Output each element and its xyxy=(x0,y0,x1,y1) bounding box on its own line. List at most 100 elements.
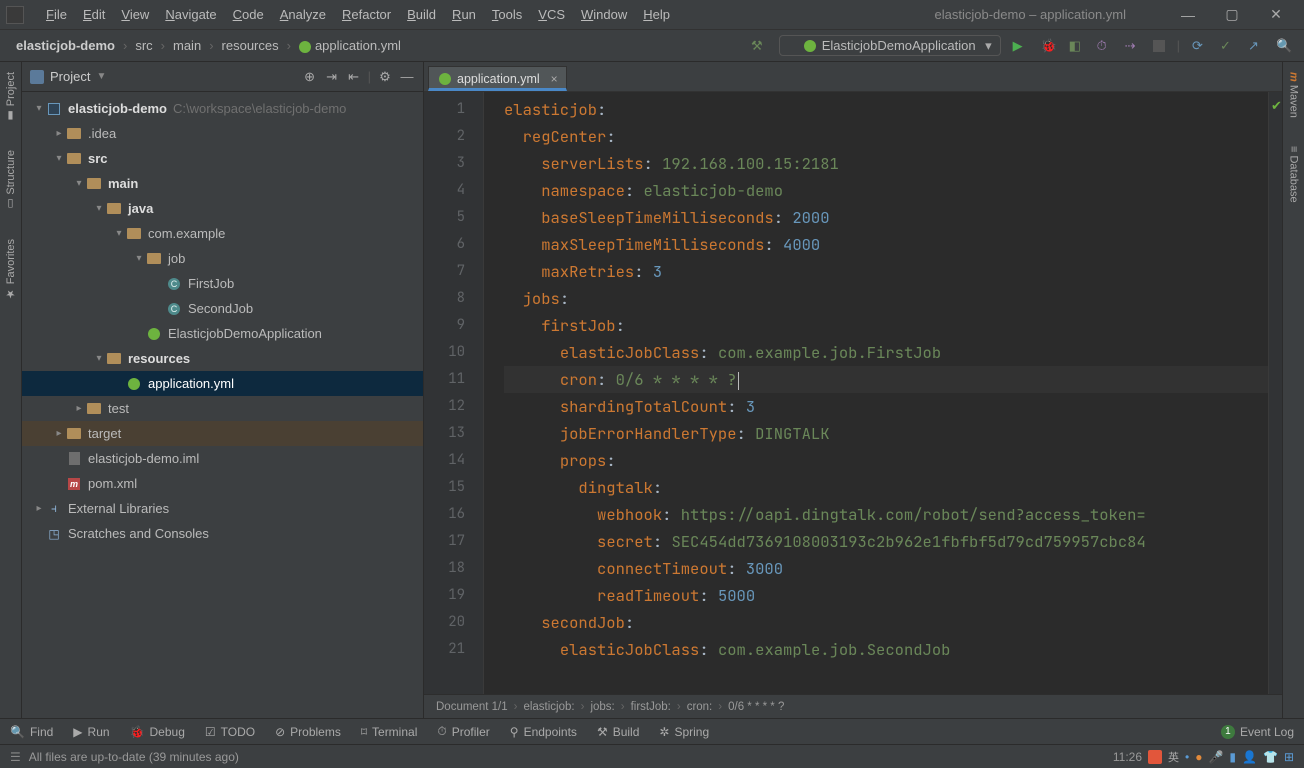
code-line[interactable]: baseSleepTimeMilliseconds: 2000 xyxy=(504,204,1268,231)
code-line[interactable]: dingtalk: xyxy=(504,474,1268,501)
line-number[interactable]: 3 xyxy=(424,150,465,177)
tree-node[interactable]: ▸⫞External Libraries xyxy=(22,496,423,521)
code-line[interactable]: elasticjob: xyxy=(504,96,1268,123)
menu-refactor[interactable]: Refactor xyxy=(334,7,399,22)
line-number[interactable]: 16 xyxy=(424,501,465,528)
tree-node[interactable]: ▾job xyxy=(22,246,423,271)
line-number[interactable]: 17 xyxy=(424,528,465,555)
tray-icon[interactable]: • xyxy=(1185,750,1189,764)
breadcrumb-item[interactable]: main xyxy=(169,38,205,53)
run-config-selector[interactable]: ElasticjobDemoApplication xyxy=(779,35,1001,56)
tray-icon[interactable] xyxy=(1148,750,1162,764)
build-icon[interactable]: ⚒ xyxy=(751,38,779,54)
crumb-item[interactable]: cron: xyxy=(687,701,713,713)
menu-edit[interactable]: Edit xyxy=(75,7,113,22)
menu-analyze[interactable]: Analyze xyxy=(272,7,334,22)
code-line[interactable]: maxRetries: 3 xyxy=(504,258,1268,285)
tree-node[interactable]: CFirstJob xyxy=(22,271,423,296)
settings-icon[interactable]: ⚙ xyxy=(377,69,393,85)
tree-node[interactable]: ▾main xyxy=(22,171,423,196)
profile-icon[interactable]: ⏱ xyxy=(1097,38,1113,54)
tray-icon[interactable]: 👕 xyxy=(1263,750,1278,764)
tray-icon[interactable]: ▮ xyxy=(1229,750,1236,764)
commit-icon[interactable]: ✓ xyxy=(1220,38,1236,54)
maximize-button[interactable]: ▢ xyxy=(1210,6,1254,23)
toolwindow-project[interactable]: ▮ Project xyxy=(4,68,17,126)
project-title[interactable]: Project xyxy=(50,69,90,84)
tree-node[interactable]: elasticjob-demo.iml xyxy=(22,446,423,471)
code-line[interactable]: cron: 0/6 * * * * ? xyxy=(504,366,1268,393)
menu-code[interactable]: Code xyxy=(225,7,272,22)
tab-close-icon[interactable]: × xyxy=(551,72,558,86)
bottom-spring[interactable]: ✲Spring xyxy=(659,725,709,739)
toolwindow-favorites[interactable]: ★ Favorites xyxy=(4,235,17,304)
code-line[interactable]: namespace: elasticjob-demo xyxy=(504,177,1268,204)
code-line[interactable]: jobs: xyxy=(504,285,1268,312)
line-number[interactable]: 15 xyxy=(424,474,465,501)
menu-view[interactable]: View xyxy=(113,7,157,22)
bottom-endpoints[interactable]: ⚲Endpoints xyxy=(510,725,577,739)
line-number[interactable]: 20 xyxy=(424,609,465,636)
menu-navigate[interactable]: Navigate xyxy=(157,7,224,22)
breadcrumb-item[interactable]: src xyxy=(131,38,156,53)
crumb-item[interactable]: 0/6 * * * * ? xyxy=(728,701,784,713)
menu-run[interactable]: Run xyxy=(444,7,484,22)
tray-icon[interactable]: ● xyxy=(1195,750,1202,764)
line-number[interactable]: 8 xyxy=(424,285,465,312)
code-line[interactable]: readTimeout: 5000 xyxy=(504,582,1268,609)
bottom-profiler[interactable]: ⏱Profiler xyxy=(437,724,489,739)
code-line[interactable]: webhook: https://oapi.dingtalk.com/robot… xyxy=(504,501,1268,528)
line-number[interactable]: 14 xyxy=(424,447,465,474)
menu-vcs[interactable]: VCS xyxy=(530,7,573,22)
line-number[interactable]: 7 xyxy=(424,258,465,285)
tray-icon[interactable]: 👤 xyxy=(1242,750,1257,764)
run-icon[interactable]: ▶ xyxy=(1013,38,1029,54)
code-line[interactable]: shardingTotalCount: 3 xyxy=(504,393,1268,420)
crumb-item[interactable]: jobs: xyxy=(590,701,614,713)
tree-node[interactable]: ◳Scratches and Consoles xyxy=(22,521,423,546)
code-line[interactable]: elasticJobClass: com.example.job.FirstJo… xyxy=(504,339,1268,366)
menu-build[interactable]: Build xyxy=(399,7,444,22)
toolwindow-maven[interactable]: m Maven xyxy=(1288,68,1300,122)
crumb-item[interactable]: firstJob: xyxy=(631,701,671,713)
editor-content[interactable]: elasticjob: regCenter: serverLists: 192.… xyxy=(484,92,1268,694)
coverage-icon[interactable]: ◧ xyxy=(1069,38,1085,54)
menu-tools[interactable]: Tools xyxy=(484,7,530,22)
editor-marker-bar[interactable]: ✔ xyxy=(1268,92,1282,694)
collapse-icon[interactable]: ⇤ xyxy=(346,69,362,85)
tree-node[interactable]: ElasticjobDemoApplication xyxy=(22,321,423,346)
update-icon[interactable]: ⟳ xyxy=(1192,38,1208,54)
code-line[interactable]: maxSleepTimeMilliseconds: 4000 xyxy=(504,231,1268,258)
vcs-status-icon[interactable]: ☰ xyxy=(10,750,29,764)
line-number[interactable]: 21 xyxy=(424,636,465,663)
tree-node[interactable]: ▾resources xyxy=(22,346,423,371)
tray-icon[interactable]: 英 xyxy=(1168,749,1179,765)
search-icon[interactable]: 🔍 xyxy=(1276,38,1292,54)
debug-icon[interactable]: 🐞 xyxy=(1041,38,1057,54)
line-number[interactable]: 6 xyxy=(424,231,465,258)
line-number[interactable]: 19 xyxy=(424,582,465,609)
bottom-debug[interactable]: 🐞Debug xyxy=(130,725,185,739)
tree-node[interactable]: application.yml xyxy=(22,371,423,396)
line-number[interactable]: 1 xyxy=(424,96,465,123)
close-button[interactable]: ✕ xyxy=(1254,6,1298,23)
breadcrumb-item[interactable]: resources xyxy=(218,38,283,53)
bottom-find[interactable]: 🔍Find xyxy=(10,725,53,739)
menu-help[interactable]: Help xyxy=(635,7,678,22)
code-line[interactable]: jobErrorHandlerType: DINGTALK xyxy=(504,420,1268,447)
bottom-build[interactable]: ⚒Build xyxy=(597,725,639,739)
bottom-todo[interactable]: ☑TODO xyxy=(205,725,255,739)
tree-node[interactable]: ▾java xyxy=(22,196,423,221)
project-tree[interactable]: ▾elasticjob-demoC:\workspace\elasticjob-… xyxy=(22,92,423,718)
line-number[interactable]: 4 xyxy=(424,177,465,204)
project-dropdown-icon[interactable]: ▼ xyxy=(96,71,106,82)
tree-node[interactable]: ▾com.example xyxy=(22,221,423,246)
tree-node[interactable]: ▸test xyxy=(22,396,423,421)
code-line[interactable]: elasticJobClass: com.example.job.SecondJ… xyxy=(504,636,1268,663)
bottom-terminal[interactable]: ⌑Terminal xyxy=(361,725,418,739)
line-number[interactable]: 10 xyxy=(424,339,465,366)
expand-icon[interactable]: ⇥ xyxy=(324,69,340,85)
code-line[interactable]: regCenter: xyxy=(504,123,1268,150)
push-icon[interactable]: ↗ xyxy=(1248,38,1264,54)
breadcrumb-item[interactable]: elasticjob-demo xyxy=(12,38,119,53)
